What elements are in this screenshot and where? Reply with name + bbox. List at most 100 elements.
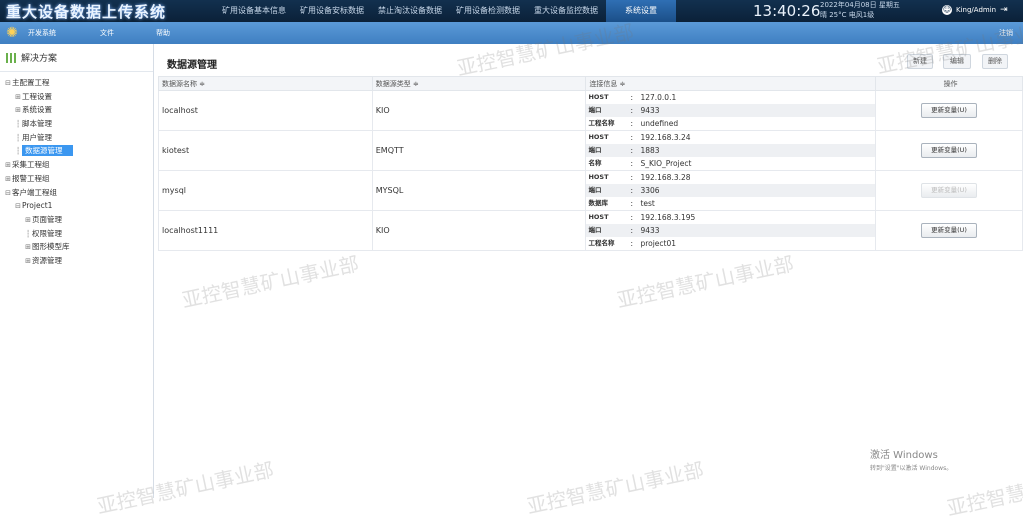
windows-activation-notice: 激活 Windows 转到"设置"以激活 Windows。: [870, 446, 952, 472]
delete-button[interactable]: 删除: [982, 54, 1008, 69]
tree-toggle-icon[interactable]: ⊞: [4, 159, 12, 173]
update-variables-button[interactable]: 更新变量(U): [921, 103, 978, 118]
tree-node-label: 数据源管理: [22, 145, 73, 157]
table-row[interactable]: kiotest EMQTT HOST:192.168.3.24 端口:1883 名称: S…: [158, 130, 1023, 171]
info-key: 工程名称: [588, 239, 615, 247]
tree-node[interactable]: ⊟Project1: [0, 199, 153, 213]
table-row[interactable]: localhost KIO HOST:127.0.0.1 端口:9433 工程名称: un…: [158, 90, 1023, 131]
datasource-type: KIO: [371, 210, 587, 251]
info-colon: :: [630, 186, 633, 195]
date-text: 2022年04月08日 星期五: [820, 1, 900, 9]
tree-node[interactable]: ┆ 脚本管理: [0, 117, 153, 131]
tree-node-label: 资源管理: [32, 255, 62, 265]
connection-info-line: HOST:192.168.3.28: [586, 171, 875, 184]
tree-node-label: 权限管理: [32, 228, 62, 238]
weather-text: 晴 25°C 电风1级: [820, 11, 875, 19]
activation-hint: 转到"设置"以激活 Windows。: [870, 465, 953, 472]
sidebar-title: 解决方案: [21, 54, 58, 64]
info-colon: :: [630, 93, 633, 102]
nav-obsolete-data[interactable]: 禁止淘汰设备数据: [372, 0, 448, 22]
table-row[interactable]: mysql MYSQL HOST:192.168.3.28 端口:3306 数据库: te…: [158, 170, 1023, 211]
datasource-name: kiotest: [158, 130, 373, 171]
menu-file[interactable]: 文件: [100, 22, 114, 44]
nav-system-settings[interactable]: 系统设置: [606, 0, 676, 22]
tree-node[interactable]: ⊞工程设置: [0, 90, 153, 104]
logout-link[interactable]: 注销: [999, 22, 1013, 44]
user-name: King/Admin: [956, 6, 997, 14]
connection-info-line: HOST:192.168.3.24: [586, 131, 875, 144]
info-colon: :: [630, 119, 633, 128]
datasource-table: 数据源名称 ≑ 数据源类型 ≑ 连接信息 ≑ 操作 localhost KIO HO…: [158, 76, 1023, 251]
main-nav: 矿用设备基本信息 矿用设备安标数据 禁止淘汰设备数据 矿用设备检测数据 重大设备…: [216, 0, 678, 22]
tree-node[interactable]: ⊟主配置工程: [0, 76, 153, 90]
tree-toggle-icon[interactable]: ⊟: [4, 77, 12, 91]
menu-help[interactable]: 帮助: [156, 22, 170, 44]
user-menu[interactable]: ☺ King/Admin ⇥: [942, 5, 1008, 15]
info-colon: :: [630, 213, 633, 222]
tree-node[interactable]: ⊞图形模型库: [0, 240, 153, 254]
watermark: 亚控智慧矿山事业部: [944, 459, 1023, 521]
tree-node[interactable]: ⊟客户端工程组: [0, 186, 153, 200]
datasource-type: KIO: [371, 90, 587, 131]
tree-node[interactable]: ┆ 用户管理: [0, 131, 153, 145]
watermark: 亚控智慧矿山事业部: [179, 251, 361, 313]
tree-node[interactable]: ┆ 数据源管理: [0, 144, 153, 158]
info-key: 端口: [588, 226, 602, 234]
tree-toggle-icon: ┆: [15, 120, 21, 129]
tree-toggle-icon[interactable]: ⊞: [4, 173, 12, 187]
datasource-name: localhost1111: [158, 210, 373, 251]
info-value: 9433: [640, 106, 660, 115]
col-info-header[interactable]: 连接信息 ≑: [585, 76, 877, 91]
nav-device-info[interactable]: 矿用设备基本信息: [216, 0, 292, 22]
main-panel: 数据源管理 新建 编辑 删除 数据源名称 ≑ 数据源类型 ≑ 连接信息 ≑ 操作…: [95, 18, 1023, 521]
tree-node-label: 采集工程组: [12, 160, 50, 170]
tree-node[interactable]: ⊞页面管理: [0, 213, 153, 227]
update-variables-button[interactable]: 更新变量(U): [921, 223, 978, 238]
info-key: 名称: [588, 159, 602, 167]
tree-toggle-icon[interactable]: ⊞: [14, 91, 22, 105]
tree-node[interactable]: ⊞系统设置: [0, 103, 153, 117]
tree-node-label: 工程设置: [22, 91, 52, 101]
info-key: HOST: [588, 93, 609, 101]
info-colon: :: [630, 133, 633, 142]
connection-info-line: 端口:1883: [586, 144, 876, 157]
tree-toggle-icon[interactable]: ⊞: [14, 104, 22, 118]
table-row[interactable]: localhost1111 KIO HOST:192.168.3.195 端口:943…: [158, 210, 1023, 251]
connection-info: HOST:192.168.3.195 端口:9433 工程名称: project01: [585, 210, 877, 251]
tree-toggle-icon[interactable]: ⊞: [24, 241, 32, 255]
watermark: 亚控智慧矿山事业部: [614, 251, 796, 313]
user-icon: ☺: [942, 5, 952, 15]
edit-button[interactable]: 编辑: [943, 54, 971, 69]
info-value: test: [640, 199, 655, 208]
info-colon: :: [630, 226, 633, 235]
connection-info: HOST:192.168.3.28 端口:3306 数据库: test: [585, 170, 877, 211]
sidebar-header: 解决方案: [0, 44, 153, 72]
info-colon: :: [630, 199, 633, 208]
tree-toggle-icon[interactable]: ⊞: [24, 214, 32, 228]
nav-safety-data[interactable]: 矿用设备安标数据: [294, 0, 370, 22]
add-button[interactable]: 新建: [907, 54, 933, 69]
tree-node[interactable]: ⊞报警工程组: [0, 172, 153, 186]
info-colon: :: [630, 173, 633, 182]
nav-monitor-data[interactable]: 重大设备监控数据: [528, 0, 604, 22]
tree-node-label: 系统设置: [22, 105, 52, 115]
nav-inspection-data[interactable]: 矿用设备检测数据: [450, 0, 526, 22]
tree-node[interactable]: ⊞采集工程组: [0, 158, 153, 172]
menu-dev-system[interactable]: 开发系统: [28, 22, 56, 44]
connection-info-line: 名称: S_KIO_Project: [586, 157, 875, 170]
col-type-header[interactable]: 数据源类型 ≑: [371, 76, 587, 91]
connection-info-line: 工程名称: project01: [586, 237, 875, 250]
tree-node[interactable]: ┆ 权限管理: [0, 227, 153, 241]
col-name-header[interactable]: 数据源名称 ≑: [158, 76, 373, 91]
update-variables-button[interactable]: 更新变量(U): [921, 143, 978, 158]
col-action-header: 操作: [875, 76, 1023, 91]
exit-icon[interactable]: ⇥: [1000, 5, 1008, 15]
tree-toggle-icon[interactable]: ⊟: [4, 187, 12, 201]
connection-info-line: HOST:192.168.3.195: [586, 211, 875, 224]
tree-toggle-icon[interactable]: ⊟: [14, 200, 22, 214]
action-cell: 更新变量(U): [875, 130, 1023, 171]
info-value: S_KIO_Project: [640, 159, 692, 168]
tree-toggle-icon[interactable]: ⊞: [24, 255, 32, 269]
tree-node[interactable]: ⊞资源管理: [0, 254, 153, 268]
info-colon: :: [630, 106, 633, 115]
